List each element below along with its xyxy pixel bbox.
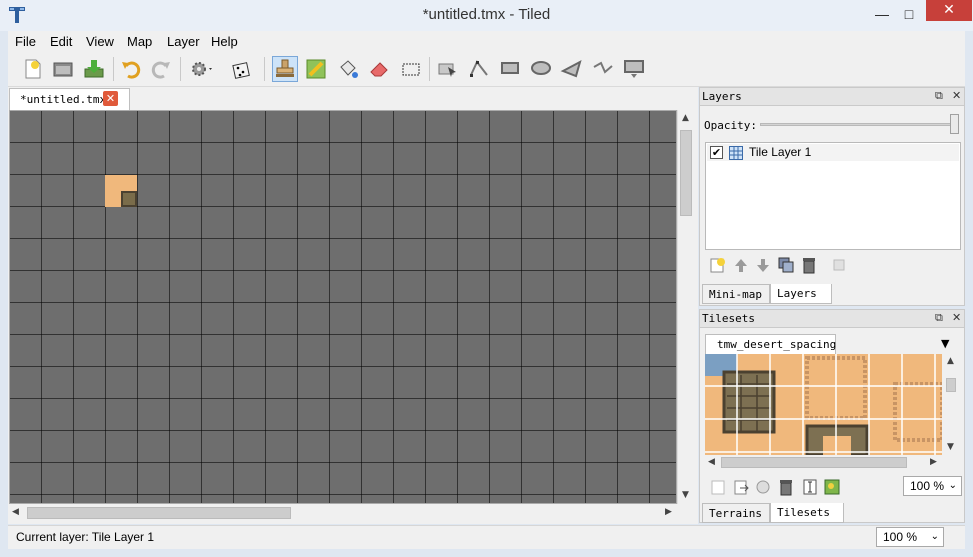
remove-tileset-icon[interactable] [777,478,795,496]
float-dock-icon[interactable]: ⧉ [935,89,943,103]
horizontal-scroll-thumb[interactable] [27,507,291,519]
tab-mini-map[interactable]: Mini-map [702,284,770,304]
tileset-hscroll-thumb[interactable] [721,457,907,468]
stamp-brush-icon[interactable] [272,56,298,82]
undo-icon[interactable] [118,56,144,82]
close-tab-icon[interactable]: ✕ [103,91,118,106]
open-icon[interactable] [50,56,76,82]
tileset-horizontal-scrollbar[interactable]: ◀ ▶ [705,455,942,471]
map-zoom-select[interactable]: 100 % ⌄ [876,527,944,547]
menu-edit[interactable]: Edit [50,34,72,49]
map-horizontal-scrollbar[interactable]: ◀ ▶ [9,504,677,522]
lower-layer-icon[interactable] [754,256,772,274]
insert-polyline-icon[interactable] [590,56,616,82]
duplicate-layer-icon[interactable] [777,256,795,274]
eraser-icon[interactable] [366,56,392,82]
tile-layer-icon [729,146,743,160]
tilesets-dock-header: Tilesets ⧉ ✕ [700,310,964,328]
close-dock-icon[interactable]: ✕ [952,311,961,324]
tab-tilesets[interactable]: Tilesets [770,503,844,523]
import-tileset-icon[interactable] [732,478,750,496]
new-tileset-icon[interactable] [709,478,727,496]
redo-icon[interactable] [148,56,174,82]
menu-bar: File Edit View Map Layer Help [8,31,965,51]
layer-row[interactable]: ✔ Tile Layer 1 [707,144,959,161]
layers-dock-title: Layers [702,90,742,103]
tileset-zoom-value: 100 % [910,479,945,493]
rect-select-icon[interactable] [398,56,424,82]
tab-tmw-desert-spacing[interactable]: tmw_desert_spacing [705,334,836,354]
tab-untitled-tmx[interactable]: *untitled.tmx ✕ [9,88,130,110]
tilesets-dock: Tilesets ⧉ ✕ tmw_desert_spacing ▼ ▲ ▼ ◀ … [699,309,965,523]
maximize-button[interactable]: □ [895,4,923,24]
scroll-down-icon[interactable]: ▼ [682,490,689,500]
save-icon[interactable] [81,56,107,82]
random-icon[interactable] [229,56,255,82]
minimize-button[interactable]: — [868,4,896,24]
tileset-image-icon[interactable] [823,478,841,496]
tileset-properties-icon[interactable] [754,478,772,496]
scroll-up-icon[interactable]: ▲ [682,113,689,123]
close-dock-icon[interactable]: ✕ [952,89,961,102]
bucket-fill-icon[interactable] [335,56,361,82]
raise-layer-icon[interactable] [732,256,750,274]
tileset-vertical-scrollbar[interactable]: ▲ ▼ [943,354,959,455]
tileset-zoom-select[interactable]: 100 % ⌄ [903,476,962,496]
layer-properties-icon[interactable] [830,256,848,274]
placed-tile [105,175,137,207]
tab-terrains[interactable]: Terrains [702,503,770,523]
tab-layers[interactable]: Layers [770,284,832,304]
new-icon[interactable] [20,56,46,82]
layers-dock-header: Layers ⧉ ✕ [700,88,964,106]
map-vertical-scrollbar[interactable]: ▲ ▼ [677,110,694,504]
opacity-slider-handle[interactable] [950,114,959,134]
delete-layer-icon[interactable] [800,256,818,274]
tileset-menu-chevron-icon[interactable]: ▼ [941,337,949,350]
insert-tile-icon[interactable] [621,56,647,82]
insert-ellipse-icon[interactable] [528,56,554,82]
menu-map[interactable]: Map [127,34,152,49]
tab-label: *untitled.tmx [20,93,107,106]
insert-polygon-icon[interactable] [559,56,585,82]
menu-help[interactable]: Help [211,34,238,49]
main-toolbar [8,51,965,87]
opacity-slider[interactable] [760,123,958,126]
edit-polygons-icon[interactable] [466,56,492,82]
scroll-left-icon[interactable]: ◀ [12,507,19,517]
edit-terrain-icon[interactable] [801,478,819,496]
layers-dock: Layers ⧉ ✕ Opacity: ✔ Tile Layer 1 Mini-… [699,87,965,306]
chevron-down-icon: ⌄ [948,480,957,491]
map-canvas[interactable] [9,110,677,504]
title-bar: *untitled.tmx - Tiled — □ ✕ [0,0,973,31]
opacity-label: Opacity: [704,119,757,132]
terrain-brush-icon[interactable] [303,56,329,82]
menu-layer[interactable]: Layer [167,34,200,49]
vertical-scroll-thumb[interactable] [680,130,692,216]
insert-rectangle-icon[interactable] [497,56,523,82]
chevron-down-icon: ⌄ [930,531,939,542]
tileset-vscroll-thumb[interactable] [946,378,956,392]
tilesets-dock-title: Tilesets [702,312,755,325]
close-window-button[interactable]: ✕ [926,0,972,21]
menu-file[interactable]: File [15,34,36,49]
select-objects-icon[interactable] [435,56,461,82]
window-title: *untitled.tmx - Tiled [422,6,551,23]
map-zoom-value: 100 % [883,530,918,544]
float-dock-icon[interactable]: ⧉ [935,311,943,325]
menu-view[interactable]: View [86,34,114,49]
add-layer-icon[interactable] [709,256,727,274]
layer-name: Tile Layer 1 [749,145,812,159]
layer-list: ✔ Tile Layer 1 [705,142,961,250]
commands-icon[interactable] [188,56,214,82]
scroll-right-icon[interactable]: ▶ [665,507,672,517]
current-layer-status: Current layer: Tile Layer 1 [16,530,155,544]
layer-visibility-checkbox[interactable]: ✔ [710,146,723,159]
tileset-view[interactable] [705,354,942,455]
